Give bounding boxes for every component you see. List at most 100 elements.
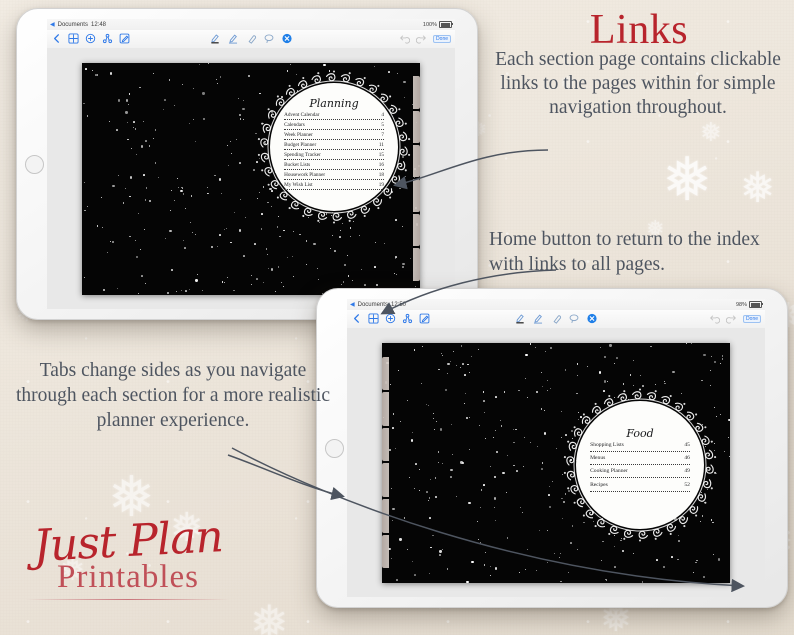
page-tab[interactable] (382, 392, 389, 426)
star-dot (518, 389, 520, 392)
index-link-row[interactable]: Recipes 52 (590, 482, 690, 492)
close-circle-icon[interactable] (282, 33, 293, 44)
status-bar: ◀ Documents 12:50 98% (347, 299, 765, 310)
star-dot (383, 243, 385, 245)
star-dot (547, 562, 549, 564)
index-link-row[interactable]: My Wish List 19 (284, 182, 384, 190)
star-dot (83, 182, 85, 184)
star-dot (434, 477, 437, 479)
lasso-icon[interactable] (264, 33, 275, 44)
status-app-label: Documents (57, 21, 88, 28)
page-tab[interactable] (413, 145, 420, 178)
index-link-row[interactable]: Shopping Lists 45 (590, 442, 690, 452)
add-page-icon[interactable] (385, 313, 396, 324)
page-tab[interactable] (413, 213, 420, 247)
compose-icon[interactable] (419, 313, 430, 324)
undo-icon[interactable] (399, 33, 411, 44)
eraser-icon[interactable] (551, 313, 562, 324)
lasso-icon[interactable] (569, 313, 580, 324)
undo-icon[interactable] (709, 313, 721, 324)
star-dot (523, 437, 525, 439)
star-dot (721, 358, 724, 360)
star-dot (144, 282, 147, 285)
page-tab-strip-right[interactable] (413, 76, 420, 281)
thumbnails-grid-icon[interactable] (368, 313, 379, 324)
chevron-left-icon[interactable] (351, 313, 362, 324)
highlighter-icon[interactable] (515, 313, 526, 324)
page-tab[interactable] (382, 427, 389, 462)
thumbnails-grid-icon[interactable] (68, 33, 79, 44)
status-back-arrow-icon[interactable]: ◀ (350, 301, 355, 308)
page-tab[interactable] (413, 179, 420, 212)
planner-page[interactable]: Planning Advent Calendar 4 Calendars 5 Week … (82, 62, 420, 295)
star-dot (305, 263, 308, 266)
wifi-icon (727, 302, 734, 307)
star-dot (522, 465, 524, 467)
eraser-icon[interactable] (246, 33, 257, 44)
index-medallion: Food Shopping Lists 45 Menus 46 Cooking Plan… (560, 385, 720, 545)
done-button[interactable]: Done (743, 314, 761, 323)
index-link-row[interactable]: Advent Calendar 4 (284, 112, 384, 120)
page-tab[interactable] (382, 534, 389, 569)
star-dot (513, 428, 515, 430)
status-back-arrow-icon[interactable]: ◀ (50, 21, 55, 28)
index-link-row[interactable]: Spending Tracker 15 (284, 152, 384, 160)
page-tab[interactable] (413, 110, 420, 144)
page-tab-strip-left[interactable] (382, 356, 389, 569)
add-page-icon[interactable] (85, 33, 96, 44)
index-link-row[interactable]: Bucket Lists 16 (284, 162, 384, 170)
star-dot (483, 564, 486, 566)
done-button[interactable]: Done (433, 34, 451, 43)
star-dot (553, 552, 555, 554)
battery-icon (749, 301, 763, 308)
compose-icon[interactable] (119, 33, 130, 44)
filigree-scroll (689, 505, 699, 514)
index-link-row[interactable]: Housework Planner 18 (284, 172, 384, 180)
star-dot (342, 281, 345, 283)
star-dot (663, 565, 666, 569)
page-tab[interactable] (413, 248, 420, 281)
share-icon[interactable] (102, 33, 113, 44)
star-dot (433, 413, 435, 415)
page-tab[interactable] (382, 463, 389, 498)
star-dot (127, 138, 129, 141)
star-dot (494, 430, 496, 432)
star-dot (463, 403, 465, 405)
share-icon[interactable] (402, 313, 413, 324)
star-dot (349, 227, 352, 229)
filigree-scroll (695, 422, 704, 432)
star-dot (605, 579, 608, 581)
star-dot (280, 281, 283, 284)
app-toolbar: Done (47, 30, 455, 49)
index-link-row[interactable]: Cooking Planner 49 (590, 468, 690, 479)
star-dot (313, 242, 316, 246)
star-dot (641, 581, 644, 583)
chevron-left-icon[interactable] (51, 33, 62, 44)
star-dot (238, 114, 241, 117)
close-circle-icon[interactable] (587, 313, 598, 324)
page-tab[interactable] (413, 76, 420, 109)
page-tab[interactable] (382, 499, 389, 533)
page-tab[interactable] (382, 356, 389, 391)
index-link-row[interactable]: Menus 46 (590, 455, 690, 466)
pen-icon[interactable] (533, 313, 544, 324)
index-link-row[interactable]: Calendars 5 (284, 122, 384, 130)
star-dot (435, 420, 437, 422)
index-link-row[interactable]: Week Planner 7 (284, 132, 384, 140)
star-dot (129, 176, 133, 179)
star-dot (391, 487, 393, 489)
home-button[interactable] (325, 439, 344, 458)
star-dot (127, 122, 129, 124)
redo-icon[interactable] (416, 33, 427, 44)
redo-icon[interactable] (726, 313, 737, 324)
pen-icon[interactable] (228, 33, 239, 44)
star-dot (227, 164, 230, 167)
index-link-row[interactable]: Budget Planner 11 (284, 142, 384, 150)
planner-page[interactable]: Food Shopping Lists 45 Menus 46 Cooking Plan… (382, 342, 730, 583)
star-dot (129, 195, 131, 198)
star-dot (550, 388, 552, 390)
star-dot (551, 480, 554, 483)
highlighter-icon[interactable] (210, 33, 221, 44)
home-button[interactable] (25, 155, 44, 174)
star-dot (721, 355, 724, 357)
